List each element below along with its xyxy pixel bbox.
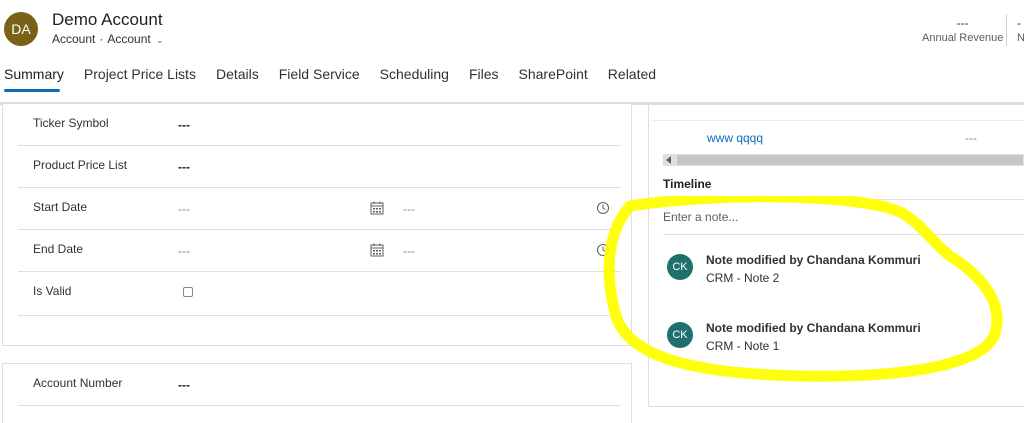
note-subject: CRM - Note 1: [706, 339, 780, 353]
field-label: Product Price List: [33, 158, 128, 172]
account-info-section: Account Number ---: [2, 363, 632, 423]
kpi-label: N: [1017, 32, 1024, 44]
end-date-input[interactable]: ---: [178, 244, 190, 258]
scroll-left-arrow-icon[interactable]: [666, 156, 671, 164]
start-date-input[interactable]: ---: [178, 202, 190, 216]
field-label: Start Date: [33, 200, 88, 214]
form-name: Account: [107, 32, 151, 46]
field-is-valid: Is Valid: [18, 272, 621, 316]
field-start-date: Start Date --- ---: [18, 188, 621, 230]
start-time-input[interactable]: ---: [403, 202, 415, 216]
calendar-icon[interactable]: [370, 201, 384, 215]
form-tabs: Summary Project Price Lists Details Fiel…: [0, 66, 666, 92]
product-price-list-lookup[interactable]: ---: [178, 160, 190, 174]
tab-sharepoint[interactable]: SharePoint: [509, 66, 598, 92]
kpi-annual-revenue: --- Annual Revenue: [922, 16, 1003, 44]
field-label: Account Number: [33, 376, 123, 390]
ticker-symbol-input[interactable]: ---: [178, 118, 190, 132]
kpi-label: Annual Revenue: [922, 32, 1004, 44]
timeline-title: Timeline: [663, 177, 712, 191]
entity-name: Account: [52, 32, 96, 46]
timeline-note[interactable]: CK Note modified by Chandana Kommuri CRM…: [667, 318, 1024, 368]
timeline-note[interactable]: CK Note modified by Chandana Kommuri CRM…: [667, 250, 1024, 300]
subgrid-cell: ---: [965, 131, 977, 145]
separator-dot: ·: [99, 32, 104, 46]
form-selector[interactable]: Account ⌄: [107, 32, 163, 46]
timeline-panel: www qqqq --- Timeline CK Note modified b…: [648, 104, 1024, 407]
field-label: Ticker Symbol: [33, 116, 109, 130]
subgrid-link[interactable]: www qqqq: [707, 131, 763, 145]
subgrid-row[interactable]: www qqqq ---: [653, 120, 1024, 150]
tab-scheduling[interactable]: Scheduling: [370, 66, 459, 92]
note-title: Note modified by Chandana Kommuri: [706, 253, 921, 267]
is-valid-checkbox[interactable]: [183, 287, 193, 297]
record-avatar: DA: [4, 12, 38, 46]
note-author-avatar: CK: [667, 254, 693, 280]
field-label: End Date: [33, 242, 84, 256]
kpi-value: ---: [956, 16, 969, 30]
tab-related[interactable]: Related: [598, 66, 666, 92]
field-ticker-symbol: Ticker Symbol ---: [18, 104, 621, 146]
field-account-number: Account Number ---: [18, 364, 621, 406]
record-title: Demo Account: [52, 10, 163, 29]
horizontal-scrollbar[interactable]: [663, 154, 1024, 166]
chevron-down-icon: ⌄: [156, 35, 164, 45]
record-subtitle: Account · Account ⌄: [52, 32, 164, 46]
clock-icon[interactable]: [596, 201, 610, 215]
field-product-price-list: Product Price List ---: [18, 146, 621, 188]
kpi-divider: [1006, 14, 1007, 46]
account-number-input[interactable]: ---: [178, 378, 190, 392]
field-label: Is Valid: [33, 284, 72, 298]
note-title: Note modified by Chandana Kommuri: [706, 321, 921, 335]
tab-files[interactable]: Files: [459, 66, 509, 92]
end-time-input[interactable]: ---: [403, 244, 415, 258]
kpi-truncated: - N: [1017, 16, 1024, 44]
fields-section: Ticker Symbol --- Product Price List ---…: [2, 104, 632, 346]
clock-icon[interactable]: [596, 243, 610, 257]
note-subject: CRM - Note 2: [706, 271, 780, 285]
kpi-value: -: [1017, 16, 1021, 30]
tab-details[interactable]: Details: [206, 66, 269, 92]
note-input[interactable]: [663, 199, 1024, 235]
field-end-date: End Date --- ---: [18, 230, 621, 272]
tab-summary[interactable]: Summary: [0, 66, 74, 92]
scrollbar-thumb[interactable]: [677, 155, 1023, 165]
record-header: DA Demo Account Account · Account ⌄ --- …: [0, 0, 1024, 58]
note-author-avatar: CK: [667, 322, 693, 348]
calendar-icon[interactable]: [370, 243, 384, 257]
tab-field-service[interactable]: Field Service: [269, 66, 370, 92]
tab-project-price-lists[interactable]: Project Price Lists: [74, 66, 206, 92]
